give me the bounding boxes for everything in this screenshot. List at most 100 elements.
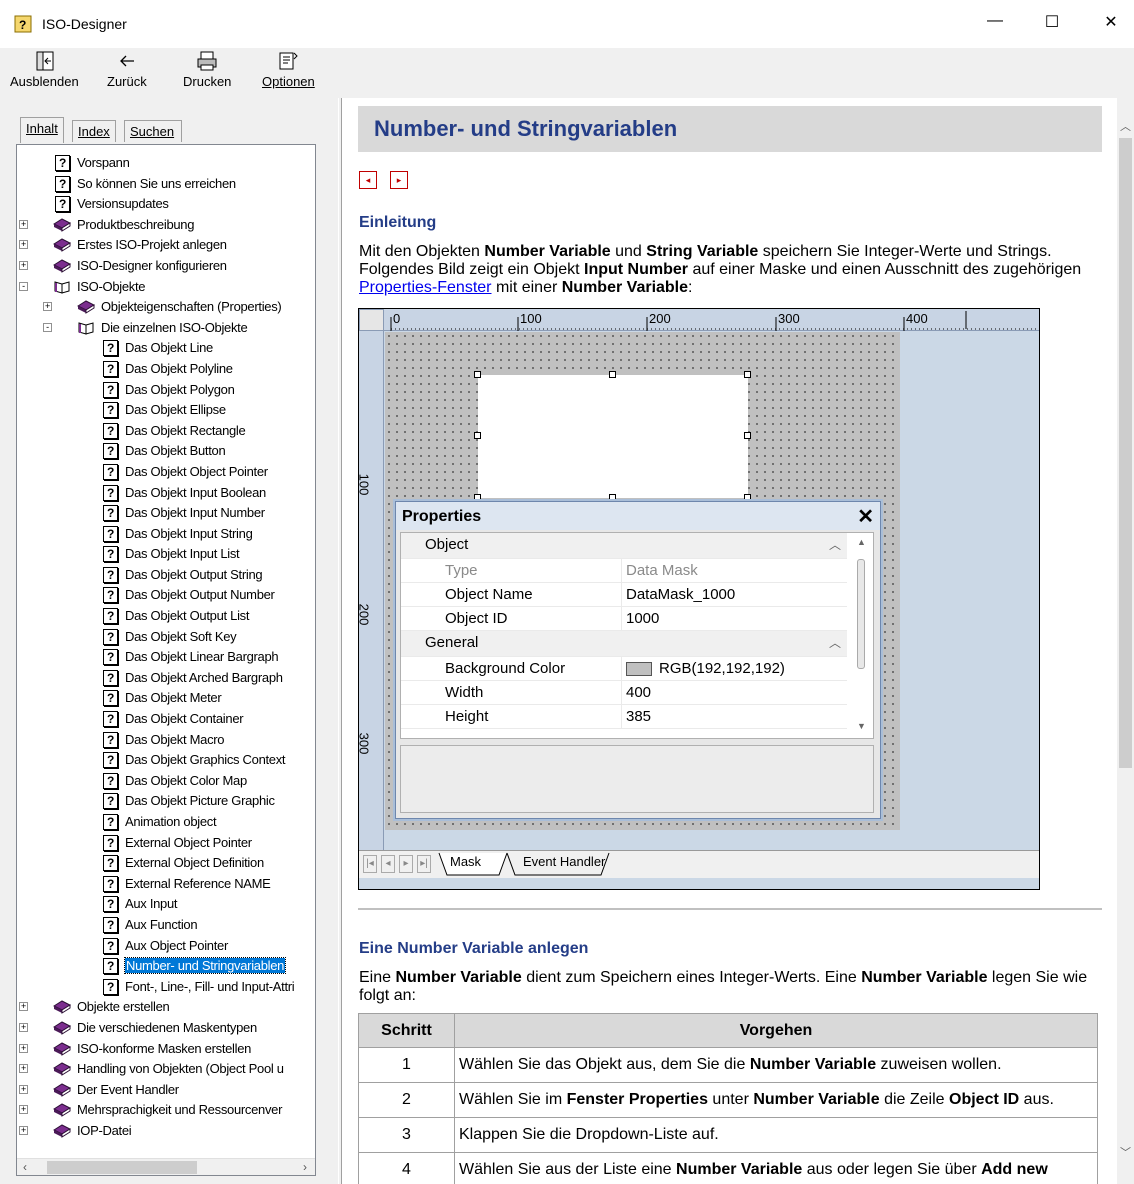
tree-item[interactable]: + Produktbeschreibung [17,215,315,236]
ruler-corner [359,309,384,331]
resize-handle [609,371,616,378]
next-topic-button[interactable]: ▸ [390,171,408,189]
expand-icon[interactable]: + [19,219,28,229]
tree-item[interactable]: ? Aux Input [17,894,315,915]
expand-icon[interactable]: + [19,1105,28,1115]
back-button[interactable]: Zurück [107,50,147,89]
tree-item[interactable]: ? Das Objekt Polyline [17,359,315,380]
tree-item[interactable]: + Objekte erstellen [17,997,315,1018]
scroll-down-icon[interactable]: ﹀ [1117,1144,1134,1161]
tree-item[interactable]: ? Das Objekt Color Map [17,771,315,792]
scrollbar-thumb[interactable] [1119,138,1132,768]
tree-item[interactable]: ? Das Objekt Button [17,441,315,462]
tree-item[interactable]: + Mehrsprachigkeit und Ressourcenver [17,1100,315,1121]
tree-item[interactable]: ? Das Objekt Output List [17,606,315,627]
tree-item[interactable]: + IOP-Datei [17,1121,315,1142]
tree-item[interactable]: - Die einzelnen ISO-Objekte [17,318,315,339]
tree-item[interactable]: + ISO-konforme Masken erstellen [17,1039,315,1060]
minimize-button[interactable]: — [980,12,1010,38]
collapse-icon[interactable]: - [43,322,52,332]
window-title: ISO-Designer [42,16,127,32]
tree-item[interactable]: + Die verschiedenen Maskentypen [17,1018,315,1039]
expand-icon[interactable]: + [19,1002,28,1012]
expand-icon[interactable]: + [19,1043,28,1053]
tree-item[interactable]: ? Vorspann [17,153,315,174]
scroll-left-icon[interactable]: ‹ [23,1160,27,1174]
tree-item[interactable]: + Objekteigenschaften (Properties) [17,297,315,318]
property-category: Object ︿ [401,533,847,559]
tree-item[interactable]: ? Das Objekt Meter [17,688,315,709]
help-page-icon: ? [103,525,118,542]
tab-index[interactable]: Index [72,120,116,142]
tree-item[interactable]: ? External Object Pointer [17,833,315,854]
tree-item[interactable]: ? External Reference NAME [17,874,315,895]
options-button[interactable]: Optionen [262,50,315,89]
tree-item[interactable]: ? External Object Definition [17,853,315,874]
tree-item[interactable]: + Erstes ISO-Projekt anlegen [17,235,315,256]
properties-window-link[interactable]: Properties-Fenster [359,279,492,296]
ruler-label: 200 [358,603,372,626]
tree-item[interactable]: ? Das Objekt Output String [17,565,315,586]
previous-topic-button[interactable]: ◂ [359,171,377,189]
content-pane: Number- und Stringvariablen ◂ ▸ Einleitu… [342,98,1117,1184]
tree-item[interactable]: ? Das Objekt Graphics Context [17,750,315,771]
tree-item[interactable]: ? Das Objekt Rectangle [17,421,315,442]
book-icon [53,1000,71,1015]
tree-item[interactable]: ? Das Objekt Line [17,338,315,359]
tree-item[interactable]: + Der Event Handler [17,1080,315,1101]
tree-item[interactable]: ? Das Objekt Input String [17,524,315,545]
tree-item[interactable]: ? Das Objekt Input List [17,544,315,565]
tree-item[interactable]: - ISO-Objekte [17,277,315,298]
tree-item[interactable]: ? Das Objekt Soft Key [17,627,315,648]
tree-item-label: ISO-Objekte [77,278,146,294]
prev-tab-icon: ◂ [381,855,395,873]
tree-item[interactable]: ? Das Objekt Container [17,709,315,730]
tree-item[interactable]: ? Das Objekt Input Boolean [17,483,315,504]
contents-tree[interactable]: ? Vorspann? So können Sie uns erreichen? Ve… [16,144,316,1176]
tree-item[interactable]: ? Font-, Line-, Fill- und Input-Attri [17,977,315,998]
tab-contents[interactable]: Inhalt [20,117,64,143]
tree-item[interactable]: ? Das Objekt Arched Bargraph [17,668,315,689]
tree-item[interactable]: ? Das Objekt Picture Graphic [17,791,315,812]
collapse-icon[interactable]: - [19,281,28,291]
expand-icon[interactable]: + [19,240,28,250]
expand-icon[interactable]: + [19,260,28,270]
tree-item[interactable]: ? Das Objekt Output Number [17,585,315,606]
tree-item[interactable]: ? Das Objekt Polygon [17,380,315,401]
column-header-action: Vorgehen [454,1013,1098,1048]
tree-item[interactable]: + Handling von Objekten (Object Pool u [17,1059,315,1080]
designer-screenshot-figure: 0 100 200 300 400 100 200 300 Properties… [358,308,1040,890]
tree-item[interactable]: ? Das Objekt Object Pointer [17,462,315,483]
tab-search[interactable]: Suchen [124,120,182,142]
maximize-button[interactable]: ☐ [1037,12,1067,38]
tree-item-label: Das Objekt Arched Bargraph [125,669,283,685]
expand-icon[interactable]: + [43,302,52,312]
tree-item[interactable]: ? Versionsupdates [17,194,315,215]
tree-horizontal-scrollbar[interactable]: ‹ › [17,1158,315,1175]
scroll-up-icon[interactable]: ︿ [1117,118,1134,135]
expand-icon[interactable]: + [19,1064,28,1074]
scroll-right-icon[interactable]: › [303,1160,307,1174]
help-page-icon: ? [103,402,118,419]
content-vertical-scrollbar[interactable]: ︿ ﹀ [1117,98,1134,1184]
close-button[interactable]: ✕ [1096,12,1126,38]
tree-item[interactable]: ? So können Sie uns erreichen [17,174,315,195]
scrollbar-thumb[interactable] [47,1161,197,1174]
expand-icon[interactable]: + [19,1084,28,1094]
step-description: Wählen Sie aus der Liste eine Number Var… [454,1152,1098,1184]
tree-item[interactable]: ? Das Objekt Ellipse [17,400,315,421]
expand-icon[interactable]: + [19,1125,28,1135]
tree-item[interactable]: + ISO-Designer konfigurieren [17,256,315,277]
help-page-icon: ? [103,381,118,398]
tree-item[interactable]: ? Aux Function [17,915,315,936]
hide-button[interactable]: Ausblenden [10,50,79,89]
expand-icon[interactable]: + [19,1022,28,1032]
tree-item[interactable]: ? Das Objekt Macro [17,730,315,751]
print-button[interactable]: Drucken [183,50,231,89]
property-value: 385 [626,708,652,725]
tree-item[interactable]: ? Animation object [17,812,315,833]
tree-item[interactable]: ? Number- und Stringvariablen [17,956,315,977]
tree-item[interactable]: ? Das Objekt Input Number [17,503,315,524]
tree-item[interactable]: ? Aux Object Pointer [17,936,315,957]
tree-item[interactable]: ? Das Objekt Linear Bargraph [17,647,315,668]
